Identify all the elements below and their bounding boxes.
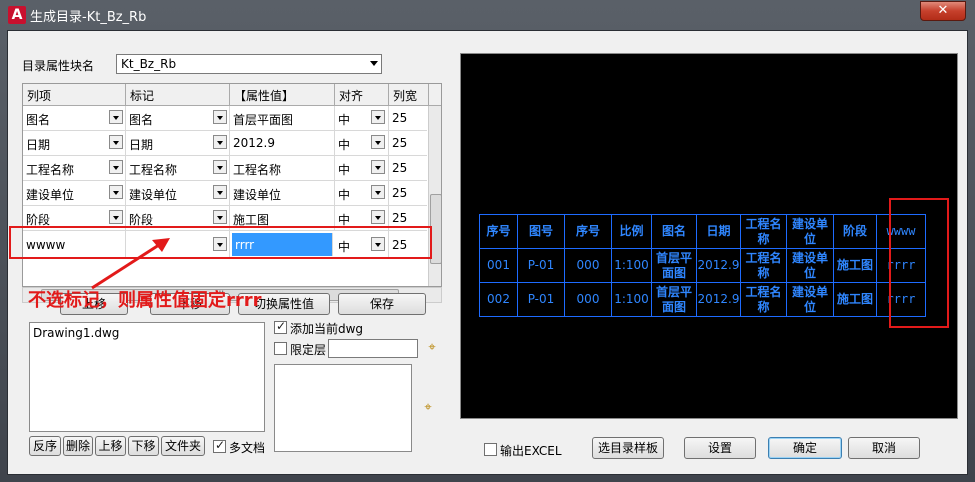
annotation-note: 不选标记，则属性值固定rrrr <box>28 290 262 311</box>
annotation-arrow <box>91 238 170 290</box>
